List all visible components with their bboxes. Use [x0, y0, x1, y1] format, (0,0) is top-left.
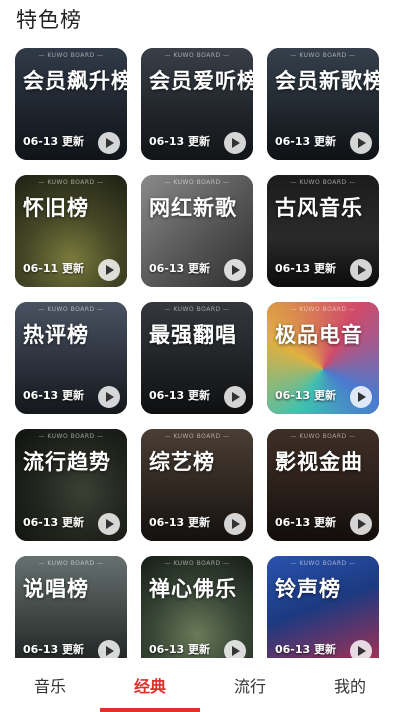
update-date: 06-13 更新 — [275, 643, 337, 656]
play-icon[interactable] — [224, 386, 246, 408]
chart-name: 铃声榜 — [275, 577, 341, 601]
play-icon[interactable] — [98, 386, 120, 408]
chart-card-ancient-style[interactable]: — KUWO BOARD — 古风音乐 06-13 更新 — [267, 175, 379, 287]
brand-text: — KUWO BOARD — — [290, 560, 356, 567]
chart-name: 流行趋势 — [23, 450, 111, 474]
section-title: 特色榜 — [16, 8, 82, 32]
tab-popular[interactable]: 流行 — [200, 658, 300, 712]
chart-name: 热评榜 — [23, 323, 89, 347]
play-icon[interactable] — [224, 259, 246, 281]
chart-name: 影视金曲 — [275, 450, 363, 474]
brand-text: — KUWO BOARD — — [38, 52, 104, 59]
play-icon[interactable] — [350, 513, 372, 535]
brand-text: — KUWO BOARD — — [164, 179, 230, 186]
brand-text: — KUWO BOARD — — [164, 52, 230, 59]
chart-card-film-tv[interactable]: — KUWO BOARD — 影视金曲 06-13 更新 — [267, 429, 379, 541]
play-icon[interactable] — [350, 132, 372, 154]
update-date: 06-13 更新 — [149, 643, 211, 656]
update-date: 06-13 更新 — [149, 262, 211, 275]
play-icon[interactable] — [98, 132, 120, 154]
update-date: 06-13 更新 — [23, 389, 85, 402]
chart-name: 会员新歌榜 — [275, 69, 379, 93]
chart-name: 网红新歌 — [149, 196, 237, 220]
update-date: 06-13 更新 — [149, 389, 211, 402]
update-date: 06-13 更新 — [275, 135, 337, 148]
chart-name: 最强翻唱 — [149, 323, 237, 347]
brand-text: — KUWO BOARD — — [164, 433, 230, 440]
chart-card-nostalgia[interactable]: — KUWO BOARD — 怀旧榜 06-11 更新 — [15, 175, 127, 287]
brand-text: — KUWO BOARD — — [38, 560, 104, 567]
chart-name: 综艺榜 — [149, 450, 215, 474]
chart-card-member-favorites[interactable]: — KUWO BOARD — 会员爱听榜 06-13 更新 — [141, 48, 253, 160]
brand-text: — KUWO BOARD — — [38, 306, 104, 313]
chart-name: 怀旧榜 — [23, 196, 89, 220]
chart-card-influencer-new[interactable]: — KUWO BOARD — 网红新歌 06-13 更新 — [141, 175, 253, 287]
update-date: 06-13 更新 — [23, 135, 85, 148]
play-icon[interactable] — [350, 259, 372, 281]
play-icon[interactable] — [98, 513, 120, 535]
chart-card-best-covers[interactable]: — KUWO BOARD — 最强翻唱 06-13 更新 — [141, 302, 253, 414]
chart-card-member-new-songs[interactable]: — KUWO BOARD — 会员新歌榜 06-13 更新 — [267, 48, 379, 160]
play-icon[interactable] — [350, 386, 372, 408]
tab-mine[interactable]: 我的 — [300, 658, 400, 712]
brand-text: — KUWO BOARD — — [38, 433, 104, 440]
brand-text: — KUWO BOARD — — [290, 52, 356, 59]
chart-name: 会员爱听榜 — [149, 69, 253, 93]
play-icon[interactable] — [224, 132, 246, 154]
chart-card-pop-trends[interactable]: — KUWO BOARD — 流行趋势 06-13 更新 — [15, 429, 127, 541]
bottom-tab-bar: 音乐 经典 流行 我的 — [0, 658, 400, 712]
play-icon[interactable] — [98, 259, 120, 281]
brand-text: — KUWO BOARD — — [164, 306, 230, 313]
chart-name: 古风音乐 — [275, 196, 363, 220]
update-date: 06-13 更新 — [23, 516, 85, 529]
chart-grid: — KUWO BOARD — 会员飙升榜 06-13 更新 — KUWO BOA… — [15, 48, 385, 668]
tab-music[interactable]: 音乐 — [0, 658, 100, 712]
brand-text: — KUWO BOARD — — [290, 179, 356, 186]
brand-text: — KUWO BOARD — — [290, 433, 356, 440]
tab-classic[interactable]: 经典 — [100, 658, 200, 712]
chart-card-zen-buddhist[interactable]: — KUWO BOARD — 禅心佛乐 06-13 更新 — [141, 556, 253, 668]
chart-card-electronic[interactable]: — KUWO BOARD — 极品电音 06-13 更新 — [267, 302, 379, 414]
chart-card-variety-show[interactable]: — KUWO BOARD — 综艺榜 06-13 更新 — [141, 429, 253, 541]
chart-card-hot-comments[interactable]: — KUWO BOARD — 热评榜 06-13 更新 — [15, 302, 127, 414]
brand-text: — KUWO BOARD — — [290, 306, 356, 313]
chart-card-rap[interactable]: — KUWO BOARD — 说唱榜 06-13 更新 — [15, 556, 127, 668]
update-date: 06-13 更新 — [23, 643, 85, 656]
chart-name: 说唱榜 — [23, 577, 89, 601]
update-date: 06-13 更新 — [149, 516, 211, 529]
chart-name: 会员飙升榜 — [23, 69, 127, 93]
update-date: 06-13 更新 — [149, 135, 211, 148]
update-date: 06-11 更新 — [23, 262, 85, 275]
update-date: 06-13 更新 — [275, 516, 337, 529]
brand-text: — KUWO BOARD — — [38, 179, 104, 186]
brand-text: — KUWO BOARD — — [164, 560, 230, 567]
chart-name: 禅心佛乐 — [149, 577, 237, 601]
update-date: 06-13 更新 — [275, 262, 337, 275]
play-icon[interactable] — [224, 513, 246, 535]
chart-card-member-rising[interactable]: — KUWO BOARD — 会员飙升榜 06-13 更新 — [15, 48, 127, 160]
chart-name: 极品电音 — [275, 323, 363, 347]
update-date: 06-13 更新 — [275, 389, 337, 402]
chart-card-ringtones[interactable]: — KUWO BOARD — 铃声榜 06-13 更新 — [267, 556, 379, 668]
